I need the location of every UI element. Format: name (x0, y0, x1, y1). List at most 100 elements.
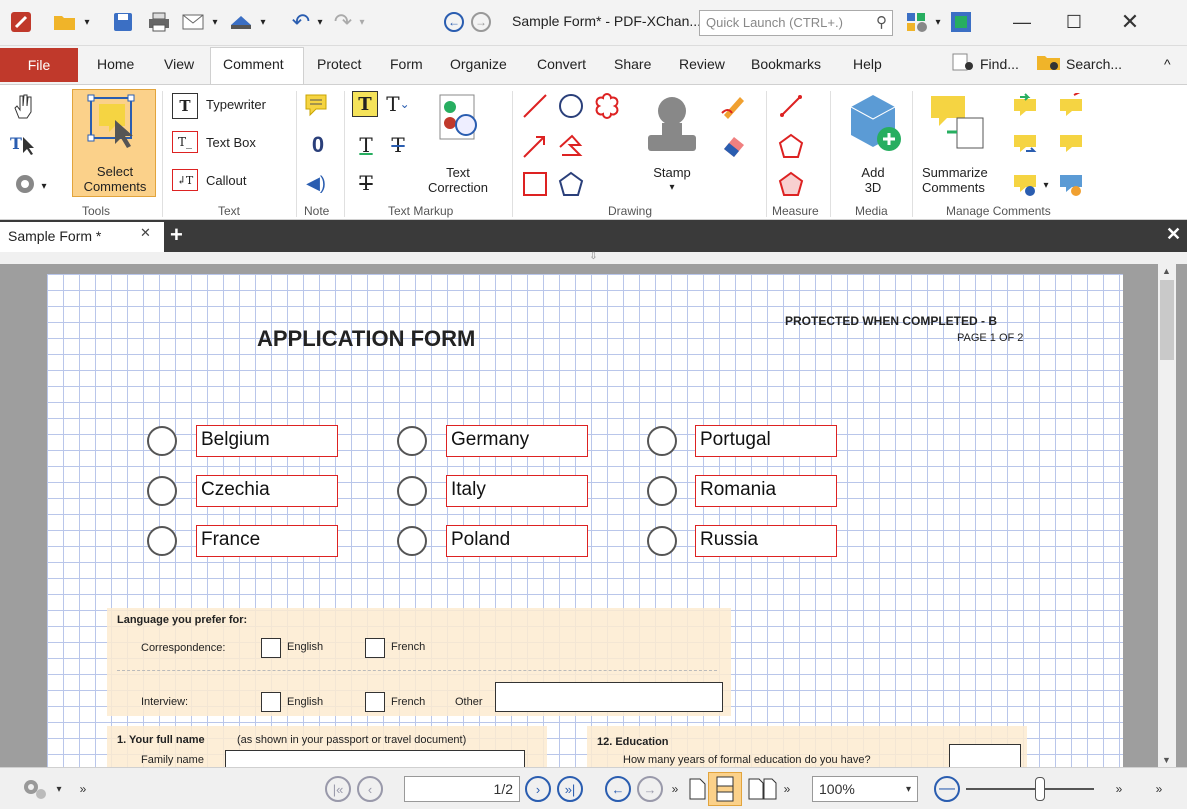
text-correction-label[interactable]: Text Correction (428, 165, 488, 195)
quick-launch-input[interactable]: Quick Launch (CTRL+.) ⚲ (699, 10, 893, 36)
next-page-icon[interactable]: › (524, 776, 552, 802)
tab-organize[interactable]: Organize (450, 56, 507, 72)
undo-dropdown-icon[interactable]: ▾ (314, 9, 326, 35)
collapse-ribbon-icon[interactable]: ^ (1164, 56, 1171, 72)
zoom-out-icon[interactable]: — (932, 776, 962, 802)
cloud-icon[interactable] (592, 91, 622, 121)
underline-squiggly-icon[interactable]: T ⌄ (384, 91, 412, 117)
other-input[interactable] (495, 682, 723, 712)
more-nav-icon[interactable]: » (668, 776, 682, 802)
summarize-comments-label[interactable]: Summarize Comments (922, 165, 1002, 195)
radio-germany[interactable] (397, 426, 427, 456)
search-folder-icon[interactable] (1036, 52, 1062, 75)
field-italy[interactable]: Italy (446, 475, 588, 507)
arrow-icon[interactable] (520, 131, 550, 161)
forward-icon[interactable]: → (470, 9, 492, 35)
scroll-down-icon[interactable]: ▼ (1162, 755, 1171, 765)
last-page-icon[interactable]: »| (556, 776, 584, 802)
area-icon[interactable] (776, 169, 806, 199)
radio-portugal[interactable] (647, 426, 677, 456)
field-czechia[interactable]: Czechia (196, 475, 338, 507)
zoom-tool-dropdown-icon[interactable]: ▾ (38, 179, 50, 193)
summarize-comments-icon[interactable] (926, 89, 996, 157)
more-zoom-icon[interactable]: » (1110, 776, 1128, 802)
field-belgium[interactable]: Belgium (196, 425, 338, 457)
options-dropdown-icon[interactable]: ▾ (52, 776, 66, 802)
add-3d-icon[interactable] (840, 89, 906, 159)
zoom-tool-icon[interactable] (8, 169, 42, 199)
radio-france[interactable] (147, 526, 177, 556)
scroll-up-icon[interactable]: ▲ (1162, 266, 1171, 276)
single-page-icon[interactable] (684, 776, 710, 802)
zoom-slider-track[interactable] (966, 788, 1094, 790)
radio-czechia[interactable] (147, 476, 177, 506)
radio-belgium[interactable] (147, 426, 177, 456)
print-icon[interactable] (146, 9, 172, 35)
radio-russia[interactable] (647, 526, 677, 556)
zoom-select[interactable]: 100% ▾ (812, 776, 918, 802)
rectangle-icon[interactable] (520, 169, 550, 199)
typewriter-label[interactable]: Typewriter (206, 97, 266, 112)
oval-icon[interactable] (556, 91, 586, 121)
scan-icon[interactable] (226, 9, 256, 35)
previous-page-icon[interactable]: ‹ (356, 776, 384, 802)
new-tab-icon[interactable]: + (170, 222, 183, 248)
email-icon[interactable] (180, 9, 206, 35)
radio-poland[interactable] (397, 526, 427, 556)
show-comments-dropdown-icon[interactable]: ▾ (1040, 179, 1052, 191)
eraser-icon[interactable] (718, 131, 748, 161)
tab-form[interactable]: Form (390, 56, 423, 72)
export-comments-icon[interactable] (1056, 91, 1086, 119)
undo-icon[interactable]: ↶ (288, 9, 314, 35)
options-gear-icon[interactable] (18, 776, 52, 802)
interview-french-checkbox[interactable] (365, 692, 385, 712)
interview-english-checkbox[interactable] (261, 692, 281, 712)
radio-italy[interactable] (397, 476, 427, 506)
text-box-icon[interactable]: T_ (172, 131, 198, 153)
redo-dropdown-icon[interactable]: ▾ (356, 9, 368, 35)
typewriter-icon[interactable]: T (172, 93, 198, 119)
hand-tool-icon[interactable] (8, 91, 38, 121)
tab-review[interactable]: Review (679, 56, 725, 72)
tab-convert[interactable]: Convert (537, 56, 586, 72)
distance-icon[interactable] (776, 91, 806, 121)
first-page-icon[interactable]: |« (324, 776, 352, 802)
stamp-icon[interactable] (640, 89, 704, 159)
find-icon[interactable] (951, 52, 977, 75)
minimize-icon[interactable]: — (1002, 8, 1042, 36)
correspondence-french-checkbox[interactable] (365, 638, 385, 658)
collapse-toolbar-icon[interactable]: ⇩ (0, 252, 1187, 264)
status-more-icon[interactable]: » (1150, 776, 1168, 802)
correspondence-english-checkbox[interactable] (261, 638, 281, 658)
tab-help[interactable]: Help (853, 56, 882, 72)
facing-pages-icon[interactable] (746, 776, 780, 802)
add-3d-label[interactable]: Add 3D (842, 165, 904, 195)
customize-ui-icon[interactable] (902, 9, 932, 35)
field-romania[interactable]: Romania (695, 475, 837, 507)
more-layout-icon[interactable]: » (780, 776, 794, 802)
callout-label[interactable]: Callout (206, 173, 246, 188)
select-text-icon[interactable]: T (8, 129, 38, 159)
stamp-label[interactable]: Stamp (640, 165, 704, 180)
comment-styles-icon[interactable] (1056, 171, 1086, 199)
flatten-comments-icon[interactable] (1010, 131, 1040, 159)
maximize-icon[interactable]: ☐ (1054, 8, 1094, 36)
open-icon[interactable] (50, 9, 80, 35)
comment-list-icon[interactable] (1056, 131, 1086, 159)
document-tab[interactable]: Sample Form * ✕ (0, 222, 164, 252)
field-russia[interactable]: Russia (695, 525, 837, 557)
redo-icon[interactable]: ↷ (330, 9, 356, 35)
field-portugal[interactable]: Portugal (695, 425, 837, 457)
import-comments-icon[interactable] (1010, 91, 1040, 119)
save-icon[interactable] (110, 9, 136, 35)
scrollbar-thumb[interactable] (1160, 280, 1174, 360)
tab-view[interactable]: View (164, 56, 194, 72)
back-icon[interactable]: ← (443, 9, 465, 35)
zoom-slider-thumb[interactable] (1035, 777, 1045, 801)
replace-text-icon[interactable]: T (352, 169, 380, 197)
search-button[interactable]: Search... (1066, 56, 1122, 72)
continuous-page-icon[interactable] (708, 772, 742, 806)
tab-bookmarks[interactable]: Bookmarks (751, 56, 821, 72)
polygon-line-icon[interactable] (556, 131, 586, 161)
fullscreen-icon[interactable] (948, 9, 974, 35)
